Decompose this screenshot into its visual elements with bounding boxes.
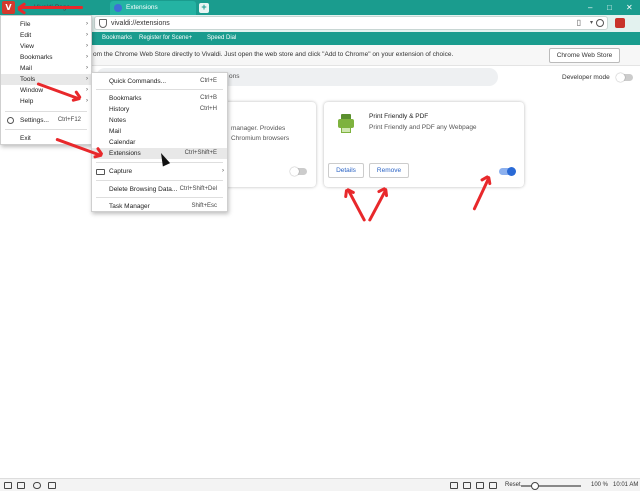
tab-tiling-icon[interactable] xyxy=(17,482,25,489)
menu-item-exit[interactable]: Exit xyxy=(1,133,91,144)
page-actions-icon[interactable] xyxy=(489,482,497,489)
bookmark-icon[interactable]: ▯ xyxy=(577,18,581,27)
tab-extensions[interactable]: Extensions xyxy=(110,1,196,15)
annotation-arrow xyxy=(346,188,367,222)
banner-message: om the Chrome Web Store directly to Viva… xyxy=(93,51,454,58)
new-tab-button[interactable]: + xyxy=(199,3,209,13)
extension-enable-toggle[interactable] xyxy=(499,167,516,176)
menu-item-tools[interactable]: Tools › xyxy=(1,74,91,85)
vivaldi-icon[interactable] xyxy=(615,18,625,28)
bookmark-bar: Bookmarks Register for Scene+ Speed Dial xyxy=(0,32,640,45)
vivaldi-main-menu: File › Edit › View › Bookmarks › Mail › Tools… xyxy=(0,15,92,145)
menu-divider xyxy=(96,162,223,163)
minimize-icon[interactable]: – xyxy=(588,2,592,13)
tiling-icon[interactable] xyxy=(463,482,471,489)
shield-icon[interactable] xyxy=(99,19,107,28)
developer-mode-toggle[interactable] xyxy=(616,73,633,82)
maximize-icon[interactable]: □ xyxy=(607,2,612,13)
details-button[interactable]: Details xyxy=(328,163,364,178)
search-icon[interactable] xyxy=(596,19,604,27)
annotation-arrow xyxy=(367,188,388,222)
close-icon[interactable]: ✕ xyxy=(626,2,633,13)
zoom-reset-button[interactable]: Reset xyxy=(505,481,521,490)
camera-icon[interactable] xyxy=(450,482,458,489)
zoom-level: 100 % xyxy=(591,482,609,488)
address-field[interactable]: vivaldi://extensions ▯ ▾ xyxy=(94,16,608,30)
url-text: vivaldi://extensions xyxy=(111,20,170,27)
menu-item-settings[interactable]: Settings... Ctrl+F12 xyxy=(1,115,91,126)
chevron-down-icon[interactable]: ▾ xyxy=(590,19,593,26)
bookmark-item[interactable]: Register for Scene+ xyxy=(139,34,192,43)
menu-item-mail[interactable]: Mail xyxy=(92,126,227,137)
toggle-knob xyxy=(507,167,516,176)
search-placeholder: ons xyxy=(229,73,240,80)
menu-item-delete-browsing-data[interactable]: Delete Browsing Data... Ctrl+Shift+Del xyxy=(92,184,227,195)
zoom-slider[interactable] xyxy=(521,482,581,490)
menu-item-mail[interactable]: Mail › xyxy=(1,63,91,74)
menu-item-task-manager[interactable]: Task Manager Shift+Esc xyxy=(92,201,227,212)
chrome-web-store-banner: om the Chrome Web Store directly to Viva… xyxy=(0,45,640,66)
menu-divider xyxy=(96,197,223,198)
menu-item-capture[interactable]: Capture › xyxy=(92,166,227,177)
cloud-sync-icon[interactable] xyxy=(33,482,41,489)
gear-icon xyxy=(7,117,14,124)
puzzle-icon xyxy=(114,4,122,12)
bookmark-item[interactable]: Speed Dial xyxy=(207,34,236,43)
bookmark-item[interactable]: Bookmarks xyxy=(102,34,132,43)
extension-description: manager. Provides xyxy=(231,125,286,132)
developer-mode-label: Developer mode xyxy=(562,74,610,81)
extension-card-print-friendly: Print Friendly & PDF Print Friendly and … xyxy=(324,102,524,187)
menu-item-file[interactable]: File › xyxy=(1,19,91,30)
window-icon[interactable] xyxy=(48,482,56,489)
remove-button[interactable]: Remove xyxy=(369,163,409,178)
image-icon[interactable] xyxy=(476,482,484,489)
slider-thumb[interactable] xyxy=(531,482,539,490)
printer-icon xyxy=(338,114,354,134)
menu-divider xyxy=(96,180,223,181)
extension-description: Print Friendly and PDF any Webpage xyxy=(369,124,477,131)
menu-item-history[interactable]: History Ctrl+H xyxy=(92,104,227,115)
clock: 10:01 AM xyxy=(613,482,639,488)
menu-item-quick-commands[interactable]: Quick Commands... Ctrl+E xyxy=(92,76,227,87)
tools-submenu: Quick Commands... Ctrl+E Bookmarks Ctrl+B … xyxy=(91,72,228,212)
annotation-arrow xyxy=(19,6,83,9)
menu-item-notes[interactable]: Notes xyxy=(92,115,227,126)
address-toolbar: vivaldi://extensions ▯ ▾ xyxy=(0,15,640,32)
menu-item-view[interactable]: View › xyxy=(1,41,91,52)
toggle-knob xyxy=(616,73,625,82)
menu-item-edit[interactable]: Edit › xyxy=(1,30,91,41)
panel-toggle-icon[interactable] xyxy=(4,482,12,489)
menu-item-calendar[interactable]: Calendar xyxy=(92,137,227,148)
menu-divider xyxy=(96,89,223,90)
toggle-knob xyxy=(290,167,299,176)
extension-name: Print Friendly & PDF xyxy=(369,113,429,120)
menu-item-bookmarks[interactable]: Bookmarks › xyxy=(1,52,91,63)
menu-divider xyxy=(5,129,87,130)
camera-icon xyxy=(96,169,105,175)
status-bar: Reset 100 % 10:01 AM xyxy=(0,478,640,491)
vivaldi-menu-button[interactable]: V xyxy=(2,1,15,14)
chrome-web-store-button[interactable]: Chrome Web Store xyxy=(549,48,620,63)
extension-enable-toggle[interactable] xyxy=(290,167,307,176)
tab-bar: V Vivaldi Page Extensions + – □ ✕ xyxy=(0,0,640,15)
menu-divider xyxy=(5,111,87,112)
menu-item-bookmarks[interactable]: Bookmarks Ctrl+B xyxy=(92,93,227,104)
extension-description: Chromium browsers xyxy=(231,135,290,142)
